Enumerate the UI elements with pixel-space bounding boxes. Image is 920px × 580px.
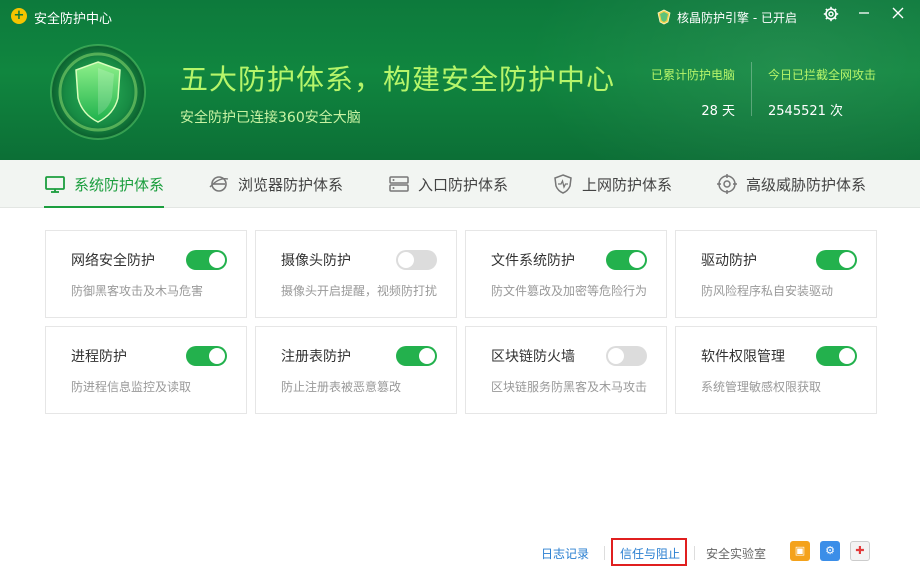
tab-advanced-threat-protection[interactable]: 高级威胁防护体系: [716, 160, 866, 208]
card-registry-protection: 注册表防护 防止注册表被恶意篡改: [255, 326, 457, 414]
close-glyph: [892, 7, 904, 19]
toggle-knob: [839, 348, 855, 364]
toggle-switch[interactable]: [606, 346, 647, 366]
tab-browser-protection[interactable]: 浏览器防护体系: [208, 160, 343, 208]
toggle-switch[interactable]: [396, 250, 437, 270]
card-description: 防御黑客攻击及木马危害: [71, 284, 204, 298]
card-process-protection: 进程防护 防进程信息监控及读取: [45, 326, 247, 414]
stat-label: 今日已拦截全网攻击: [768, 68, 877, 82]
toggle-knob: [419, 348, 435, 364]
toggle-switch[interactable]: [396, 346, 437, 366]
first-aid-glyph: ✚: [855, 544, 865, 557]
card-blockchain-firewall: 区块链防火墙 区块链服务防黑客及木马攻击: [465, 326, 667, 414]
card-description: 防文件篡改及加密等危险行为: [491, 284, 648, 298]
security-lab-link[interactable]: 安全实验室: [706, 545, 766, 562]
toggle-switch[interactable]: [606, 250, 647, 270]
toggle-switch[interactable]: [816, 250, 857, 270]
card-description: 摄像头开启提醒，视频防打扰: [281, 284, 438, 298]
stat-protected-days: 已累计防护电脑 28 天: [645, 66, 735, 119]
server-icon: [389, 176, 409, 192]
app-store-glyph: ▣: [794, 544, 806, 557]
toggle-switch[interactable]: [186, 250, 227, 270]
card-network-security: 网络安全防护 防御黑客攻击及木马危害: [45, 230, 247, 318]
card-title: 网络安全防护: [71, 253, 155, 269]
toggle-knob: [608, 348, 624, 364]
tab-label: 高级威胁防护体系: [746, 175, 867, 194]
toggle-switch[interactable]: [816, 346, 857, 366]
tab-label: 系统防护体系: [74, 175, 165, 194]
stat-value: 28 天: [701, 104, 735, 119]
gear-glyph: [823, 6, 839, 22]
protection-tab-bar: 系统防护体系 浏览器防护体系 入口防护体系 上网防护体系 高级威胁防护体系: [0, 160, 920, 208]
toggle-knob: [839, 252, 855, 268]
card-title: 区块链防火墙: [491, 349, 575, 365]
title-bar: + 安全防护中心 核晶防护引擎 - 已开启: [0, 0, 920, 32]
stat-label: 已累计防护电脑: [650, 68, 735, 82]
hero-header: + 安全防护中心 核晶防护引擎 - 已开启 五大防护体系，构建安全防护中心 安全…: [0, 0, 920, 160]
stat-blocked-attacks: 今日已拦截全网攻击 2545521 次: [768, 66, 876, 119]
hero-subline: 安全防护已连接360安全大脑: [180, 110, 361, 126]
app-store-icon[interactable]: ▣: [790, 541, 810, 561]
shield-pulse-icon: [554, 174, 572, 194]
trust-and-block-link[interactable]: 信任与阻止: [620, 545, 680, 562]
card-title: 进程防护: [71, 349, 127, 365]
monitor-icon: [45, 176, 65, 193]
tab-label: 入口防护体系: [418, 175, 509, 194]
hero-headline: 五大防护体系，构建安全防护中心: [180, 63, 616, 96]
card-title: 摄像头防护: [281, 253, 351, 269]
card-title: 驱动防护: [701, 253, 757, 269]
first-aid-kit-icon[interactable]: ✚: [850, 541, 870, 561]
gear-icon[interactable]: [822, 6, 840, 24]
card-driver-protection: 驱动防护 防风险程序私自安装驱动: [675, 230, 877, 318]
minimize-glyph: [859, 12, 869, 14]
card-title: 软件权限管理: [701, 349, 785, 365]
toggle-switch[interactable]: [186, 346, 227, 366]
footer-divider: [604, 546, 605, 560]
tab-entry-protection[interactable]: 入口防护体系: [388, 160, 508, 208]
minimize-icon[interactable]: [855, 6, 873, 24]
card-title: 文件系统防护: [491, 253, 575, 269]
close-icon[interactable]: [889, 6, 907, 24]
window-title: 安全防护中心: [34, 12, 113, 27]
crystal-shield-icon: [657, 9, 671, 25]
card-description: 系统管理敏感权限获取: [701, 380, 822, 394]
card-description: 防进程信息监控及读取: [71, 380, 192, 394]
card-filesystem-protection: 文件系统防护 防文件篡改及加密等危险行为: [465, 230, 667, 318]
tab-label: 上网防护体系: [582, 175, 673, 194]
card-software-permissions: 软件权限管理 系统管理敏感权限获取: [675, 326, 877, 414]
footer-divider: [694, 546, 695, 560]
tab-system-protection[interactable]: 系统防护体系: [44, 160, 165, 208]
engine-status-label: 核晶防护引擎 - 已开启: [677, 10, 797, 25]
radar-icon: [717, 174, 737, 194]
tab-internet-protection[interactable]: 上网防护体系: [552, 160, 672, 208]
settings-tool-icon[interactable]: ⚙: [820, 541, 840, 561]
card-title: 注册表防护: [281, 349, 351, 365]
shield-emblem-icon: [48, 42, 148, 142]
card-camera-protection: 摄像头防护 摄像头开启提醒，视频防打扰: [255, 230, 457, 318]
browser-icon: [209, 176, 229, 192]
stat-divider: [751, 62, 752, 116]
app-logo-icon: +: [11, 8, 27, 24]
card-description: 防止注册表被恶意篡改: [281, 380, 402, 394]
toggle-knob: [209, 348, 225, 364]
log-records-link[interactable]: 日志记录: [541, 545, 589, 562]
stat-value: 2545521 次: [768, 104, 844, 119]
toggle-knob: [629, 252, 645, 268]
tab-label: 浏览器防护体系: [238, 175, 344, 194]
engine-status[interactable]: 核晶防护引擎 - 已开启: [656, 7, 797, 27]
settings-tool-glyph: ⚙: [825, 544, 835, 557]
card-description: 防风险程序私自安装驱动: [701, 284, 834, 298]
card-description: 区块链服务防黑客及木马攻击: [491, 380, 648, 394]
toggle-knob: [209, 252, 225, 268]
toggle-knob: [398, 252, 414, 268]
